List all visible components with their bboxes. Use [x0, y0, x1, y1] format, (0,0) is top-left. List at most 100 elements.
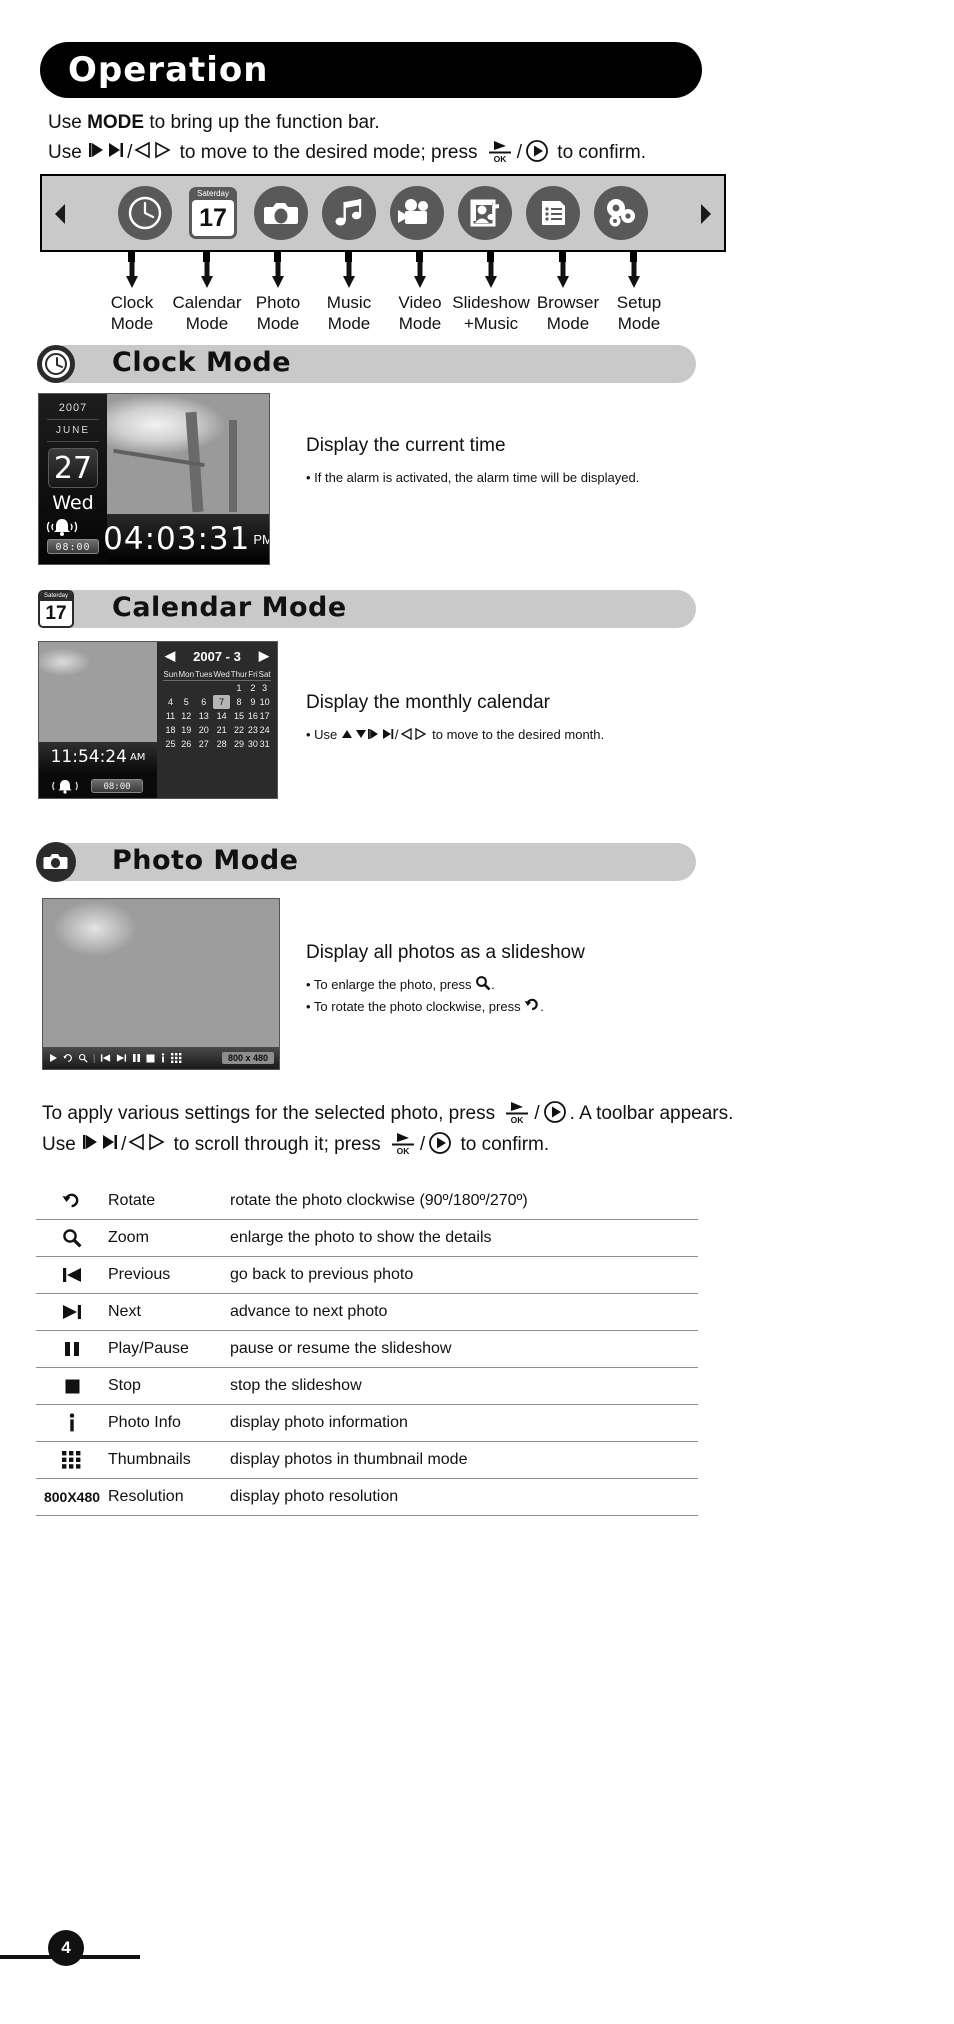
mode-label-video-line1: Video [398, 293, 442, 312]
calendar-cell[interactable]: 24 [258, 723, 271, 737]
calendar-cell[interactable]: 18 [163, 723, 178, 737]
intro-line-1: Use MODE to bring up the function bar. [48, 108, 748, 138]
setup-mode-icon[interactable] [594, 186, 648, 240]
calendar-cell[interactable]: 11 [163, 709, 178, 723]
calendar-cell[interactable] [213, 681, 230, 696]
calendar-cell[interactable] [178, 681, 194, 696]
section-header-clock: Clock Mode [34, 345, 696, 383]
play-ok-key-icon: OK [388, 1130, 418, 1156]
thumbnails-icon[interactable] [171, 1053, 182, 1063]
rotate-icon[interactable] [63, 1053, 73, 1063]
paragraph-slash-1: / [534, 1103, 540, 1124]
calendar-cell[interactable]: 25 [163, 737, 178, 751]
play-button-icon [427, 1130, 453, 1156]
calendar-mode-icon[interactable]: Saterday 17 [186, 186, 240, 240]
pause-icon[interactable] [132, 1053, 141, 1063]
manual-page: Operation Use MODE to bring up the funct… [0, 0, 954, 2024]
clock-alarm-time: 08:00 [47, 539, 99, 554]
calendar-cell[interactable]: 13 [195, 709, 214, 723]
resolution-icon: 800X480 [43, 1489, 101, 1505]
photo-info-icon[interactable] [160, 1053, 166, 1063]
calendar-cell[interactable]: 16 [248, 709, 259, 723]
table-cell-name: Zoom [108, 1229, 149, 1246]
clock-divider-2 [47, 441, 99, 442]
calendar-next-month-icon[interactable]: ▶ [259, 648, 269, 664]
mode-key-label: MODE [87, 112, 145, 133]
calendar-day-number: 17 [192, 200, 234, 236]
table-cell-desc: enlarge the photo to show the details [230, 1229, 492, 1246]
calendar-weekday-2: Tues [194, 669, 213, 681]
calendar-cell[interactable]: 5 [178, 695, 194, 709]
video-mode-icon[interactable] [390, 186, 444, 240]
mode-label-music: Music Mode [327, 292, 371, 334]
next-icon[interactable] [116, 1053, 127, 1063]
modebar-next-arrow-icon[interactable] [698, 202, 714, 224]
calendar-weekday-header-row: Sun Mon Tues Wed Thur Fri Sat [163, 669, 271, 681]
calendar-cell[interactable]: 19 [178, 723, 194, 737]
play-ok-key-icon: OK [502, 1099, 532, 1125]
calendar-cell[interactable] [163, 681, 178, 696]
mode-label-music-line2: Mode [327, 314, 371, 333]
previous-icon[interactable] [100, 1053, 111, 1063]
next-icon [36, 1303, 108, 1321]
calendar-cell[interactable]: 21 [213, 723, 230, 737]
calendar-cell[interactable]: 27 [195, 737, 214, 751]
paragraph-line-1-pre: To apply various settings for the select… [42, 1103, 501, 1124]
calendar-cell[interactable]: 14 [213, 709, 230, 723]
clock-current-time: 04:03:31 [103, 521, 251, 557]
mode-label-photo-line1: Photo [255, 293, 301, 312]
calendar-cell[interactable]: 23 [248, 723, 259, 737]
calendar-cell[interactable]: 8 [230, 695, 247, 709]
calendar-cell-selected[interactable]: 7 [213, 695, 231, 709]
photo-toolbar[interactable]: | 800 x 480 [43, 1047, 279, 1069]
left-right-keys-icon [126, 1132, 168, 1152]
down-arrow-clock [125, 262, 139, 290]
calendar-cell[interactable]: 30 [248, 737, 259, 751]
mode-icon-list: Saterday 17 [118, 186, 648, 240]
calendar-bullet-post: to move to the desired month. [428, 727, 605, 742]
stop-icon[interactable] [146, 1054, 155, 1063]
calendar-cell[interactable]: 12 [178, 709, 194, 723]
calendar-cell[interactable]: 4 [163, 695, 178, 709]
clock-mode-screenshot: 2007 JUNE 27 Wed 08:00 04:03:31 PM [38, 393, 270, 565]
music-mode-icon[interactable] [322, 186, 376, 240]
tick-video [416, 252, 423, 262]
calendar-prev-month-icon[interactable]: ◀ [165, 648, 175, 664]
calendar-cell[interactable] [195, 681, 214, 696]
calendar-cell[interactable]: 15 [230, 709, 247, 723]
photo-mode-icon[interactable] [254, 186, 308, 240]
stop-icon [36, 1378, 108, 1395]
calendar-cell[interactable]: 6 [195, 695, 214, 709]
calendar-cell[interactable]: 26 [178, 737, 194, 751]
clock-mode-icon[interactable] [118, 186, 172, 240]
down-arrow-video [413, 262, 427, 290]
calendar-cell[interactable]: 22 [230, 723, 247, 737]
mode-label-setup: Setup Mode [617, 292, 661, 334]
table-cell-desc: stop the slideshow [230, 1377, 362, 1394]
clock-section-icon [34, 342, 78, 386]
browser-mode-icon[interactable] [526, 186, 580, 240]
zoom-icon[interactable] [78, 1053, 88, 1063]
mode-label-clock-line2: Mode [110, 314, 154, 333]
calendar-cell[interactable]: 1 [230, 681, 247, 696]
calendar-cell[interactable]: 2 [248, 681, 259, 696]
modebar-prev-arrow-icon[interactable] [52, 202, 68, 224]
intro-slash-2: / [516, 142, 523, 163]
calendar-cell[interactable]: 17 [258, 709, 271, 723]
table-cell-desc: display photo resolution [230, 1488, 399, 1505]
calendar-cell[interactable]: 9 [248, 695, 259, 709]
alarm-bell-icon [39, 516, 107, 536]
calendar-cell[interactable]: 20 [195, 723, 214, 737]
function-mode-bar[interactable]: Saterday 17 [40, 174, 726, 252]
calendar-alarm-bell-icon [45, 778, 85, 794]
table-cell-name: Resolution [108, 1488, 184, 1505]
calendar-cell[interactable]: 31 [258, 737, 271, 751]
intro-line-2-pre: Use [48, 142, 88, 163]
slideshow-music-mode-icon[interactable] [458, 186, 512, 240]
calendar-cell[interactable]: 29 [230, 737, 247, 751]
paragraph-line-1-post: . A toolbar appears. [569, 1103, 734, 1124]
play-icon[interactable] [48, 1053, 58, 1063]
calendar-cell[interactable]: 28 [213, 737, 230, 751]
calendar-cell[interactable]: 3 [258, 681, 271, 696]
calendar-cell[interactable]: 10 [258, 695, 271, 709]
